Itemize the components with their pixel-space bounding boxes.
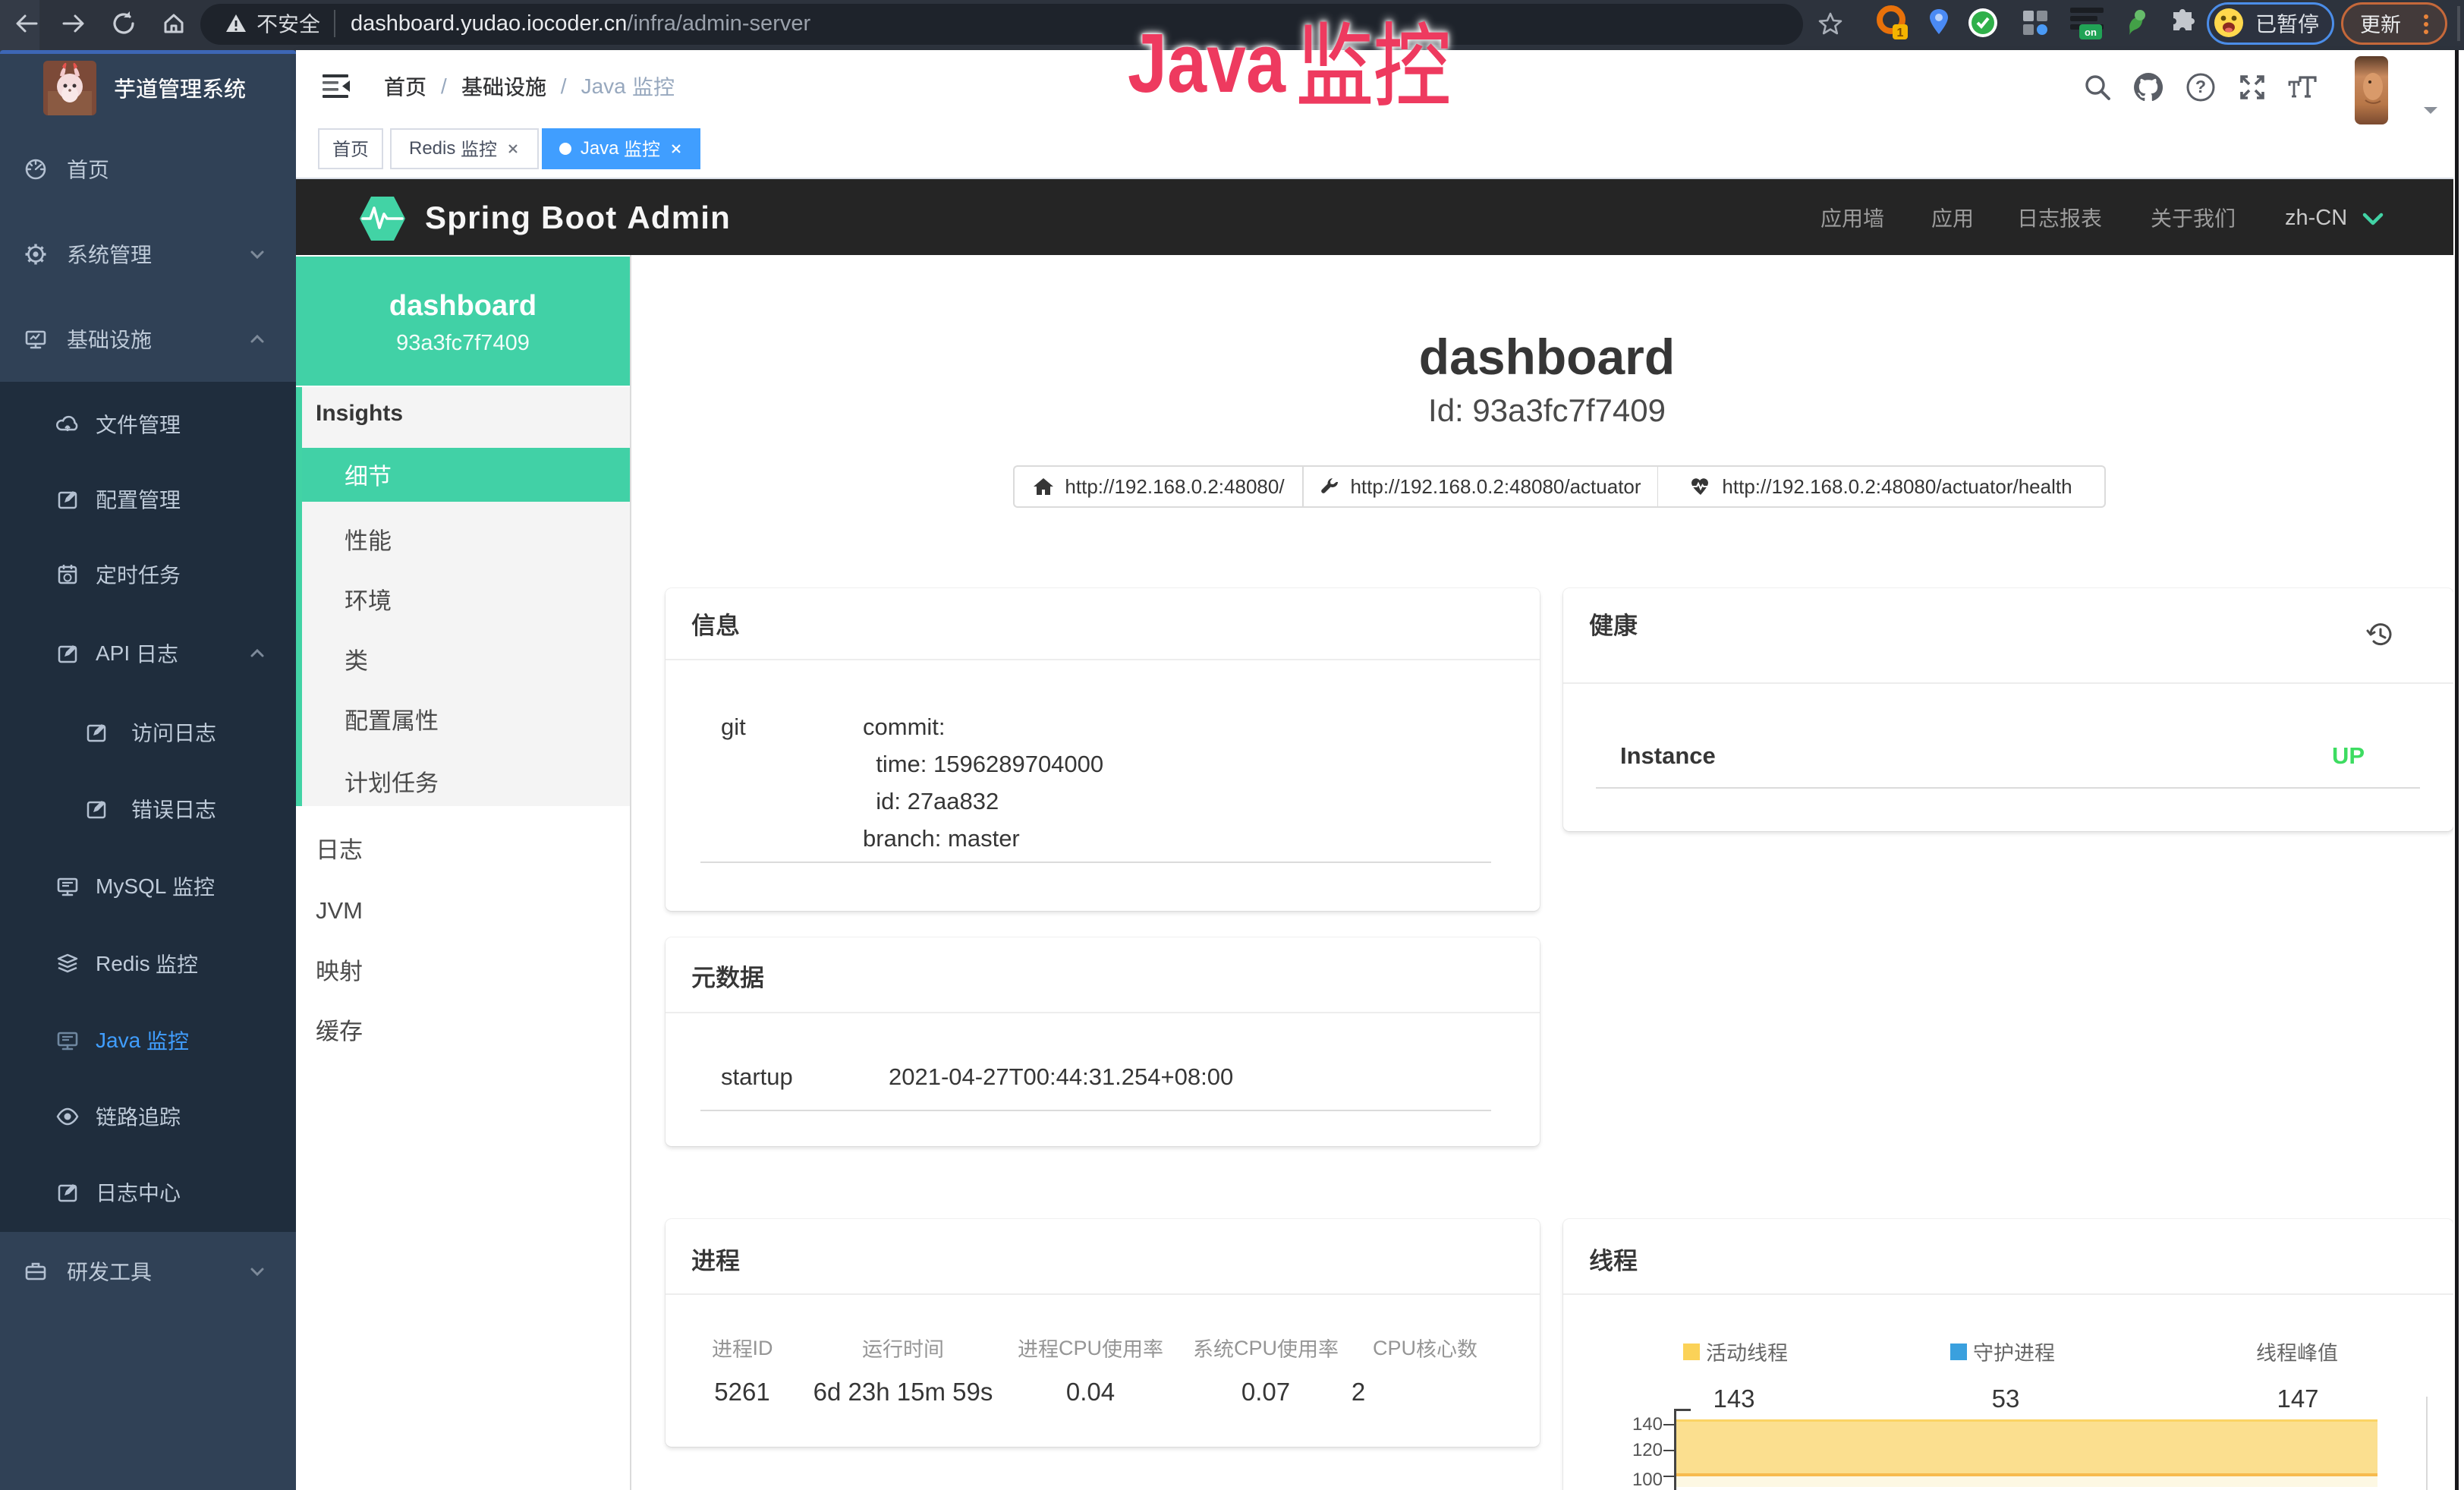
svg-text:on: on [2085, 27, 2097, 38]
svg-text:?: ? [2195, 77, 2206, 96]
svg-text:1: 1 [1897, 27, 1904, 39]
